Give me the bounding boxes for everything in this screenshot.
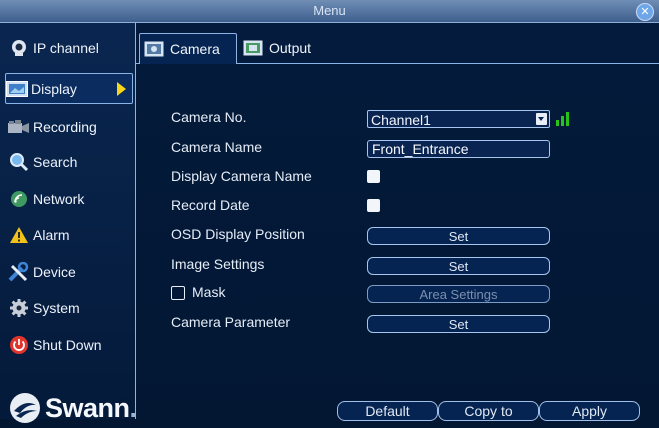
sidebar: IP channel Display Recording Search Netw… bbox=[0, 23, 137, 423]
device-tools-icon bbox=[8, 261, 30, 282]
chevron-down-icon[interactable] bbox=[536, 113, 547, 125]
swann-logo: Swann. bbox=[8, 388, 137, 428]
image-settings-set-button[interactable]: Set bbox=[367, 257, 550, 275]
camera-settings-form: Camera No. Channel1 Camera Name Front_En… bbox=[136, 64, 659, 419]
mask-area-settings-button[interactable]: Area Settings bbox=[367, 285, 550, 303]
close-icon[interactable]: ✕ bbox=[636, 3, 654, 21]
sidebar-item-label: Display bbox=[31, 80, 77, 97]
image-settings-label: Image Settings bbox=[171, 256, 265, 272]
sidebar-item-ip-channel[interactable]: IP channel bbox=[8, 33, 128, 62]
active-arrow-icon bbox=[117, 82, 126, 96]
settings-panel: Camera Output Camera No. Channel1 Camera… bbox=[135, 23, 659, 421]
sidebar-item-label: Network bbox=[33, 190, 85, 207]
sidebar-item-search[interactable]: Search bbox=[8, 147, 128, 176]
sidebar-item-display[interactable]: Display bbox=[5, 73, 133, 104]
sidebar-item-label: Shut Down bbox=[33, 336, 102, 353]
gear-icon bbox=[8, 298, 30, 318]
camera-parameter-label: Camera Parameter bbox=[171, 314, 291, 330]
camera-name-label: Camera Name bbox=[171, 139, 263, 155]
output-tab-icon bbox=[243, 39, 263, 57]
tab-camera[interactable]: Camera bbox=[139, 33, 237, 65]
mask-label: Mask bbox=[192, 284, 226, 300]
display-icon bbox=[6, 79, 28, 99]
sidebar-item-label: Search bbox=[33, 153, 78, 170]
sidebar-item-recording[interactable]: Recording bbox=[8, 112, 128, 141]
sidebar-item-network[interactable]: Network bbox=[8, 184, 128, 213]
sidebar-item-label: System bbox=[33, 299, 80, 316]
ip-camera-icon bbox=[8, 38, 30, 58]
camera-no-select[interactable]: Channel1 bbox=[367, 110, 550, 128]
tab-label: Output bbox=[269, 40, 312, 56]
osd-display-position-set-button[interactable]: Set bbox=[367, 227, 550, 245]
search-icon bbox=[8, 152, 30, 172]
camera-no-label: Camera No. bbox=[171, 109, 247, 125]
sidebar-item-label: IP channel bbox=[33, 39, 99, 56]
record-date-checkbox[interactable] bbox=[367, 199, 380, 212]
recording-icon bbox=[8, 117, 30, 137]
camera-no-value: Channel1 bbox=[371, 112, 431, 128]
copy-to-button[interactable]: Copy to bbox=[438, 401, 539, 421]
tab-output[interactable]: Output bbox=[239, 33, 329, 63]
camera-tab-icon bbox=[144, 40, 164, 58]
camera-name-field[interactable]: Front_Entrance bbox=[367, 140, 550, 158]
camera-parameter-set-button[interactable]: Set bbox=[367, 315, 550, 333]
swann-logo-icon bbox=[10, 393, 40, 423]
display-camera-name-label: Display Camera Name bbox=[171, 168, 312, 184]
power-icon bbox=[8, 335, 30, 355]
signal-strength-icon bbox=[556, 110, 569, 126]
sidebar-item-system[interactable]: System bbox=[8, 293, 128, 322]
tab-label: Camera bbox=[170, 41, 220, 57]
record-date-label: Record Date bbox=[171, 197, 250, 213]
apply-button[interactable]: Apply bbox=[539, 401, 640, 421]
default-button[interactable]: Default bbox=[337, 401, 438, 421]
osd-display-position-label: OSD Display Position bbox=[171, 226, 305, 242]
title-bar: Menu ✕ bbox=[0, 0, 659, 23]
sidebar-item-shut-down[interactable]: Shut Down bbox=[8, 330, 128, 359]
mask-checkbox[interactable] bbox=[171, 286, 185, 300]
sidebar-item-alarm[interactable]: Alarm bbox=[8, 220, 128, 249]
sidebar-item-label: Recording bbox=[33, 118, 97, 135]
alarm-icon bbox=[8, 225, 30, 245]
sidebar-item-device[interactable]: Device bbox=[8, 257, 128, 286]
network-icon bbox=[8, 189, 30, 209]
window-title: Menu bbox=[313, 3, 346, 18]
sidebar-item-label: Device bbox=[33, 263, 76, 280]
tab-strip: Camera Output bbox=[136, 23, 659, 65]
sidebar-item-label: Alarm bbox=[33, 226, 70, 243]
display-camera-name-checkbox[interactable] bbox=[367, 170, 380, 183]
